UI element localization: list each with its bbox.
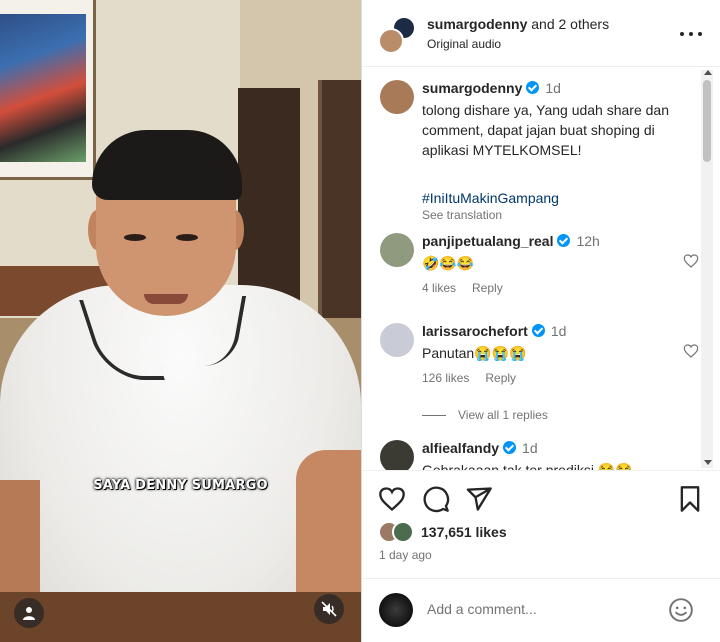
more-options-icon[interactable] bbox=[680, 24, 702, 44]
comments-scrollbar[interactable] bbox=[701, 70, 713, 468]
comment-time[interactable]: 12h bbox=[576, 233, 599, 249]
bookmark-icon[interactable] bbox=[676, 485, 704, 513]
post-header: sumargodenny and 2 others Original audio bbox=[362, 0, 720, 67]
comment-text: Panutan😭😭😭 bbox=[422, 345, 527, 361]
comments-list[interactable]: sumargodenny 1d tolong dishare ya, Yang u… bbox=[362, 68, 720, 470]
header-author[interactable]: sumargodenny and 2 others bbox=[427, 16, 609, 32]
scroll-down-icon[interactable] bbox=[704, 460, 712, 465]
avatar[interactable] bbox=[380, 80, 414, 114]
liked-by-avatars[interactable] bbox=[378, 521, 418, 543]
avatar bbox=[392, 521, 414, 543]
comment-username[interactable]: alfiealfandy bbox=[422, 440, 499, 456]
post-actions: 137,651 likes 1 day ago bbox=[362, 470, 720, 578]
heart-icon[interactable] bbox=[683, 343, 699, 359]
comment-username[interactable]: larissarochefort bbox=[422, 323, 528, 339]
avatar bbox=[378, 28, 404, 54]
comment-time[interactable]: 1d bbox=[522, 440, 538, 456]
verified-icon bbox=[526, 81, 540, 94]
video-caption: SAYA DENNY SUMARGO bbox=[93, 478, 268, 493]
comment-time[interactable]: 1d bbox=[551, 323, 567, 339]
view-replies-button[interactable]: View all 1 replies bbox=[422, 408, 548, 422]
original-audio-link[interactable]: Original audio bbox=[427, 37, 501, 51]
comment-icon[interactable] bbox=[422, 485, 450, 513]
post-panel: sumargodenny and 2 others Original audio… bbox=[361, 0, 720, 642]
scroll-up-icon[interactable] bbox=[704, 70, 712, 75]
avatar[interactable] bbox=[380, 323, 414, 357]
video-person bbox=[0, 0, 361, 642]
avatar[interactable] bbox=[380, 233, 414, 267]
hashtag-link[interactable]: #IniItuMakinGampang bbox=[422, 190, 559, 206]
caption-text: tolong dishare ya, Yang udah share dan c… bbox=[422, 102, 670, 158]
add-comment-bar bbox=[362, 578, 720, 642]
comment-input[interactable] bbox=[427, 601, 657, 617]
see-translation-link[interactable]: See translation bbox=[422, 208, 502, 222]
reply-button[interactable]: Reply bbox=[485, 371, 516, 385]
comment-text: 🤣😂😂 bbox=[422, 255, 475, 271]
heart-icon[interactable] bbox=[683, 253, 699, 269]
avatar bbox=[379, 593, 413, 627]
share-icon[interactable] bbox=[465, 485, 493, 513]
likes-count[interactable]: 137,651 likes bbox=[421, 524, 507, 540]
caption-username[interactable]: sumargodenny bbox=[422, 80, 522, 96]
avatar[interactable] bbox=[380, 440, 414, 470]
user-icon bbox=[23, 607, 35, 620]
reply-button[interactable]: Reply bbox=[472, 281, 503, 295]
comment-text: Gebrakaaan tak ter prediksi 😂😂 bbox=[422, 462, 633, 470]
header-username[interactable]: sumargodenny bbox=[427, 16, 527, 32]
post-timestamp[interactable]: 1 day ago bbox=[379, 548, 432, 562]
verified-icon bbox=[557, 234, 571, 247]
verified-icon bbox=[531, 324, 545, 337]
verified-icon bbox=[503, 441, 517, 454]
header-collaborators[interactable]: and 2 others bbox=[531, 16, 609, 32]
scrollbar-thumb[interactable] bbox=[703, 80, 711, 162]
comment-likes[interactable]: 4 likes bbox=[422, 281, 456, 295]
tagged-users-button[interactable] bbox=[14, 598, 44, 628]
mute-button[interactable] bbox=[314, 594, 344, 624]
heart-icon[interactable] bbox=[378, 485, 406, 513]
emoji-icon[interactable] bbox=[668, 597, 694, 623]
comment-likes[interactable]: 126 likes bbox=[422, 371, 469, 385]
reel-video[interactable]: SAYA DENNY SUMARGO bbox=[0, 0, 361, 642]
comment-username[interactable]: panjipetualang_real bbox=[422, 233, 553, 249]
speaker-muted-icon bbox=[321, 601, 337, 617]
caption-time[interactable]: 1d bbox=[545, 80, 561, 96]
header-avatars[interactable] bbox=[378, 16, 416, 54]
